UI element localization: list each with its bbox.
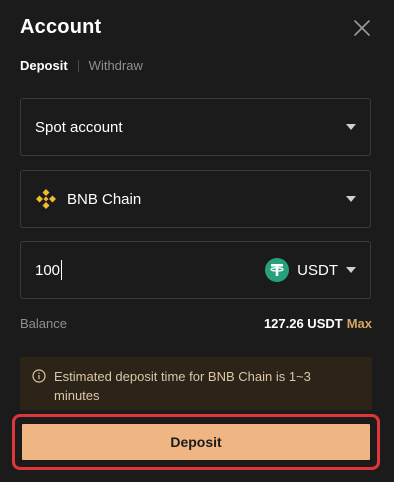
tab-bar: Deposit Withdraw [20, 58, 143, 73]
balance-value: 127.26 USDT [263, 316, 343, 331]
network-select[interactable]: BNB Chain [20, 170, 371, 228]
chevron-down-icon [346, 124, 356, 130]
deposit-highlight: Deposit [12, 414, 380, 470]
tab-divider [77, 59, 79, 72]
token-select[interactable]: USDT [265, 258, 356, 282]
account-panel: Account Deposit Withdraw Spot account BN… [0, 0, 394, 482]
bnb-chain-icon [36, 189, 56, 209]
close-icon[interactable] [352, 18, 372, 38]
deposit-time-notice: Estimated deposit time for BNB Chain is … [20, 357, 372, 410]
account-select[interactable]: Spot account [20, 98, 371, 156]
notice-text: Estimated deposit time for BNB Chain is … [54, 369, 311, 403]
chevron-down-icon [346, 267, 356, 273]
network-select-value: BNB Chain [67, 190, 142, 208]
chevron-down-icon [346, 196, 356, 202]
panel-title: Account [20, 16, 102, 38]
text-cursor [61, 260, 63, 280]
deposit-button[interactable]: Deposit [21, 423, 371, 461]
balance-row: Balance 127.26 USDT Max [20, 316, 372, 331]
tab-deposit[interactable]: Deposit [20, 58, 68, 73]
max-button[interactable]: Max [347, 316, 372, 331]
token-label: USDT [297, 261, 338, 279]
amount-input[interactable]: 100 USDT [20, 241, 371, 299]
balance-label: Balance [20, 316, 67, 331]
info-icon [32, 369, 46, 383]
tab-withdraw[interactable]: Withdraw [89, 58, 143, 73]
amount-field[interactable]: 100 [35, 260, 265, 280]
amount-value: 100 [35, 261, 61, 279]
usdt-icon [265, 258, 290, 282]
account-select-value: Spot account [35, 118, 123, 136]
